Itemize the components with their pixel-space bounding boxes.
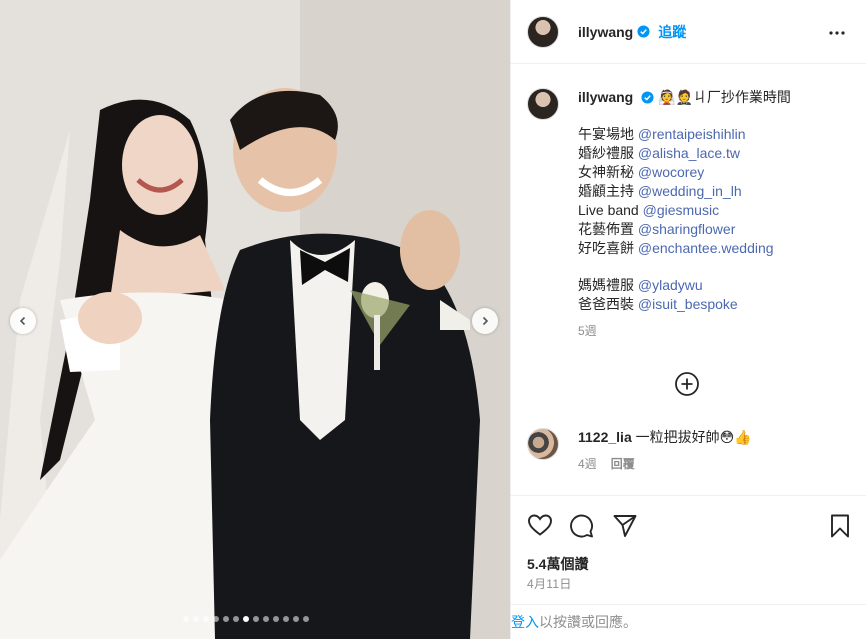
caption-body: illywang 👰🤵ㄐ厂抄作業時間 午宴場地 @rentaipeishihli… bbox=[578, 88, 791, 341]
mention-link[interactable]: @wedding_in_lh bbox=[638, 183, 742, 199]
comment-text: 一粒把拔好帥😳👍 bbox=[635, 429, 752, 445]
login-prompt-text: 以按讚或回應。 bbox=[539, 614, 637, 630]
chevron-right-icon bbox=[482, 316, 489, 326]
credit-label: 媽媽禮服 bbox=[578, 277, 634, 293]
mention-link[interactable]: @isuit_bespoke bbox=[638, 296, 738, 312]
comment-avatar[interactable] bbox=[527, 428, 559, 460]
caption-text: 👰🤵ㄐ厂抄作業時間 bbox=[658, 89, 791, 105]
carousel-dot bbox=[233, 616, 239, 622]
mention-link[interactable]: @wocorey bbox=[638, 164, 704, 180]
credit-line: 爸爸西裝 @isuit_bespoke bbox=[578, 295, 791, 314]
comment: 1122_lia 一粒把拔好帥😳👍 4週 回覆 bbox=[527, 428, 752, 474]
carousel-prev-button[interactable] bbox=[10, 308, 36, 334]
login-prompt: 登入 以按讚或回應。 bbox=[511, 604, 866, 639]
credit-label: 午宴場地 bbox=[578, 126, 634, 142]
bookmark-icon[interactable] bbox=[829, 513, 851, 539]
carousel-dot bbox=[203, 616, 209, 622]
heart-icon[interactable] bbox=[527, 513, 553, 537]
credit-line: 花藝佈置 @sharingflower bbox=[578, 220, 791, 239]
carousel-dot bbox=[273, 616, 279, 622]
credit-label: 好吃喜餅 bbox=[578, 240, 634, 256]
caption-age: 5週 bbox=[578, 324, 597, 338]
credit-line: 婚紗禮服 @alisha_lace.tw bbox=[578, 144, 791, 163]
credit-label: 爸爸西裝 bbox=[578, 296, 634, 312]
carousel-dot bbox=[193, 616, 199, 622]
post-side-panel: illywang 追蹤 illywang 👰🤵ㄐ厂抄作業時間 午宴場地 @ren… bbox=[510, 0, 866, 639]
load-more-icon[interactable] bbox=[674, 371, 700, 397]
carousel-dot bbox=[263, 616, 269, 622]
comment-body: 1122_lia 一粒把拔好帥😳👍 4週 回覆 bbox=[578, 428, 752, 474]
carousel-dot bbox=[183, 616, 189, 622]
post-date[interactable]: 4月11日 bbox=[527, 575, 572, 592]
credit-label: 女神新秘 bbox=[578, 164, 634, 180]
post-modal: illywang 追蹤 illywang 👰🤵ㄐ厂抄作業時間 午宴場地 @ren… bbox=[0, 0, 866, 639]
action-bar bbox=[511, 495, 866, 551]
comment-age: 4週 bbox=[578, 457, 597, 471]
more-icon[interactable] bbox=[828, 24, 846, 42]
credits-list: 午宴場地 @rentaipeishihlin 婚紗禮服 @alisha_lace.… bbox=[578, 125, 791, 258]
credit-line: 女神新秘 @wocorey bbox=[578, 163, 791, 182]
caption: illywang 👰🤵ㄐ厂抄作業時間 午宴場地 @rentaipeishihli… bbox=[527, 88, 857, 341]
mention-link[interactable]: @alisha_lace.tw bbox=[638, 145, 740, 161]
carousel-dot bbox=[293, 616, 299, 622]
mention-link[interactable]: @enchantee.wedding bbox=[638, 240, 774, 256]
post-photo[interactable] bbox=[0, 0, 510, 639]
carousel-indicator bbox=[183, 616, 309, 622]
share-icon[interactable] bbox=[612, 513, 638, 539]
credit-line: 媽媽禮服 @yladywu bbox=[578, 276, 791, 295]
credit-line: 好吃喜餅 @enchantee.wedding bbox=[578, 239, 791, 258]
avatar[interactable] bbox=[527, 15, 559, 48]
mention-link[interactable]: @rentaipeishihlin bbox=[638, 126, 746, 142]
comment-icon[interactable] bbox=[568, 513, 594, 539]
carousel-next-button[interactable] bbox=[472, 308, 498, 334]
verified-icon bbox=[637, 25, 650, 38]
username[interactable]: illywang bbox=[578, 24, 633, 40]
family-credits-list: 媽媽禮服 @yladywu 爸爸西裝 @isuit_bespoke bbox=[578, 276, 791, 314]
carousel-dot bbox=[303, 616, 309, 622]
mention-link[interactable]: @giesmusic bbox=[643, 202, 719, 218]
credit-line: 婚顧主持 @wedding_in_lh bbox=[578, 182, 791, 201]
verified-icon bbox=[641, 91, 654, 104]
carousel-dot bbox=[283, 616, 289, 622]
carousel-dot bbox=[253, 616, 259, 622]
credit-label: 婚顧主持 bbox=[578, 183, 634, 199]
mention-link[interactable]: @yladywu bbox=[638, 277, 703, 293]
caption-username[interactable]: illywang bbox=[578, 89, 633, 105]
chevron-left-icon bbox=[19, 316, 26, 326]
credit-label: 婚紗禮服 bbox=[578, 145, 634, 161]
credit-label: Live band bbox=[578, 202, 639, 218]
credit-line: 午宴場地 @rentaipeishihlin bbox=[578, 125, 791, 144]
credit-line: Live band @giesmusic bbox=[578, 201, 791, 220]
credit-label: 花藝佈置 bbox=[578, 221, 634, 237]
like-count[interactable]: 5.4萬個讚 bbox=[527, 554, 588, 574]
reply-button[interactable]: 回覆 bbox=[611, 455, 635, 474]
caption-title-line: illywang 👰🤵ㄐ厂抄作業時間 bbox=[578, 88, 791, 107]
carousel-dot bbox=[223, 616, 229, 622]
wedding-photo-illustration bbox=[0, 0, 510, 639]
comment-username[interactable]: 1122_lia bbox=[578, 429, 632, 445]
follow-button[interactable]: 追蹤 bbox=[658, 22, 686, 42]
caption-avatar[interactable] bbox=[527, 88, 559, 120]
carousel-dot bbox=[243, 616, 249, 622]
mention-link[interactable]: @sharingflower bbox=[638, 221, 735, 237]
login-link[interactable]: 登入 bbox=[511, 612, 539, 632]
post-header: illywang 追蹤 bbox=[511, 0, 866, 64]
carousel-dot bbox=[213, 616, 219, 622]
